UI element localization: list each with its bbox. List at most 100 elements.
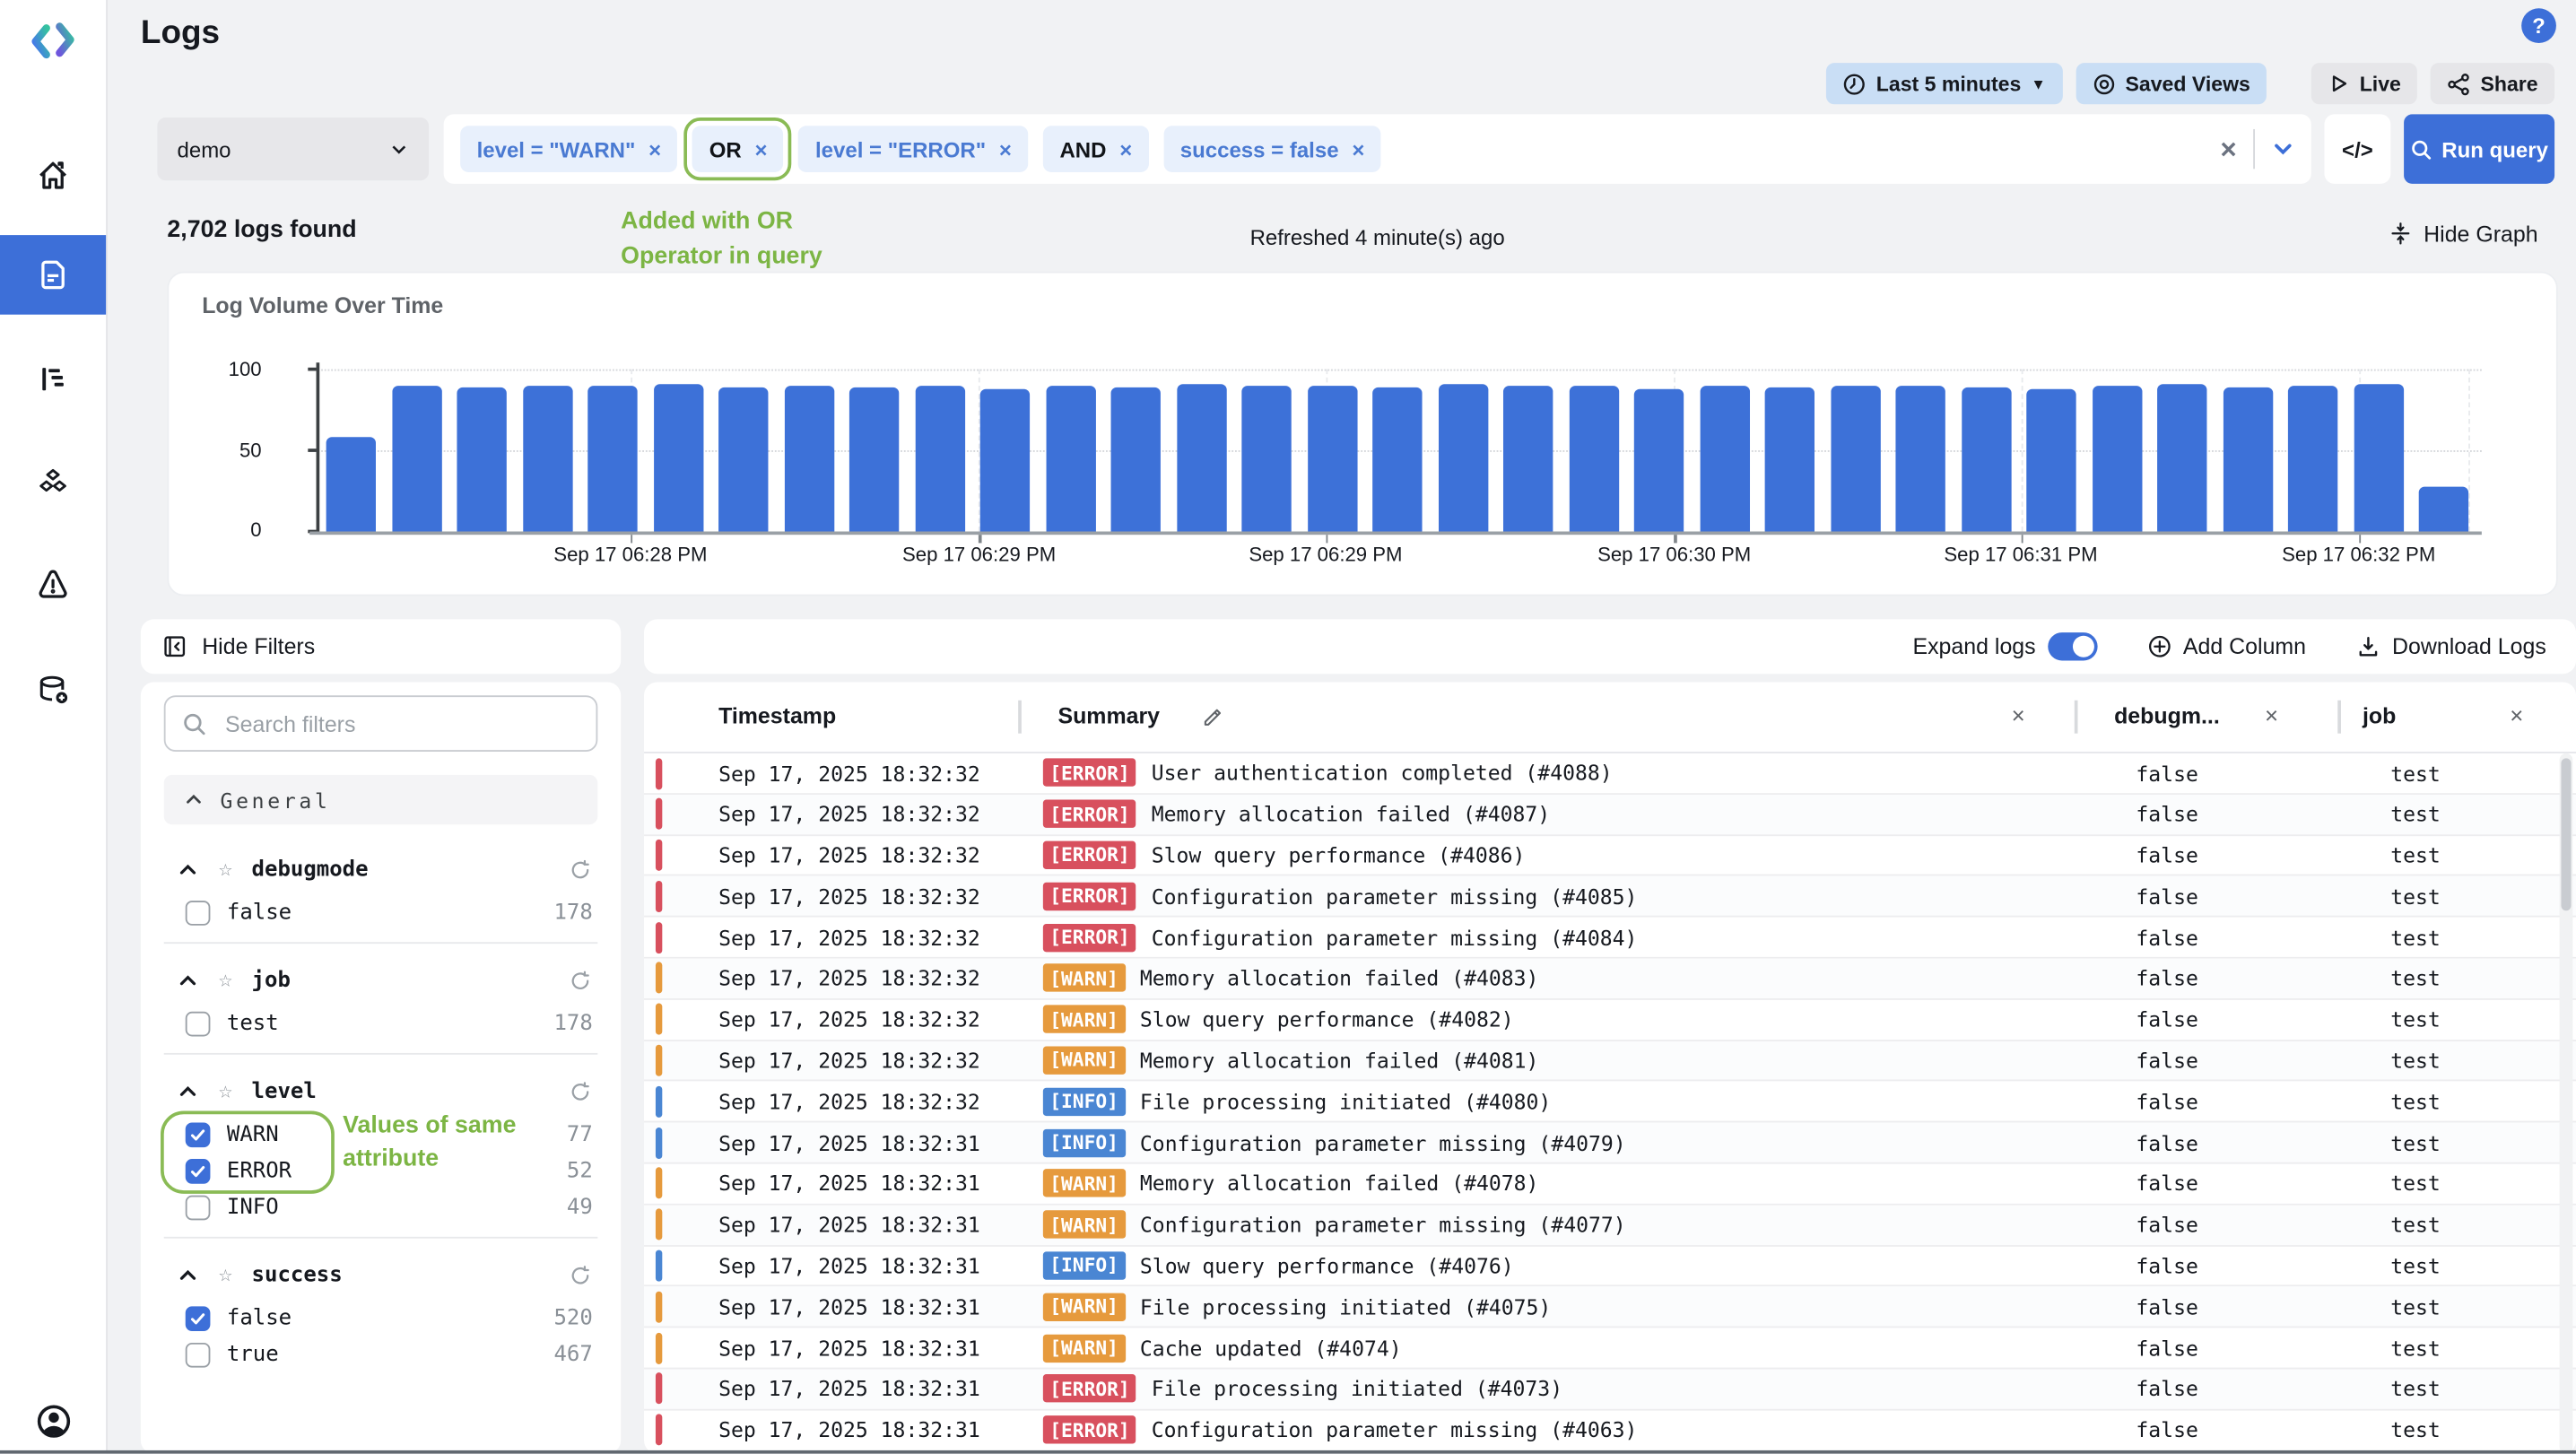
collapse-caret-icon[interactable]: [178, 1080, 199, 1101]
hide-graph-button[interactable]: Hide Graph: [2388, 220, 2538, 247]
log-timestamp: Sep 17, 2025 18:32:31: [718, 1213, 980, 1238]
checkbox-test[interactable]: [186, 1011, 211, 1036]
log-timestamp: Sep 17, 2025 18:32:31: [718, 1130, 980, 1155]
checkbox-WARN[interactable]: [186, 1122, 211, 1147]
sidebar-item-alerts[interactable]: [0, 548, 106, 621]
query-chip-0[interactable]: level = "WARN"×: [460, 126, 677, 172]
source-select[interactable]: demo: [157, 118, 429, 180]
share-button[interactable]: Share: [2431, 63, 2554, 104]
log-timestamp: Sep 17, 2025 18:32:32: [718, 843, 980, 868]
download-logs-button[interactable]: Download Logs: [2355, 634, 2546, 659]
x-tick-label-4: Sep 17 06:31 PM: [1944, 543, 2097, 566]
log-row-15[interactable]: Sep 17, 2025 18:32:31[ERROR]File process…: [644, 1369, 2576, 1410]
log-row-8[interactable]: Sep 17, 2025 18:32:32[INFO]File processi…: [644, 1082, 2576, 1123]
collapse-caret-icon[interactable]: [178, 858, 199, 880]
expand-query-chevron-icon[interactable]: [2271, 137, 2294, 161]
log-row-14[interactable]: Sep 17, 2025 18:32:31[WARN]Cache updated…: [644, 1328, 2576, 1370]
star-icon[interactable]: ☆: [219, 1261, 233, 1288]
log-row-5[interactable]: Sep 17, 2025 18:32:32[WARN]Memory alloca…: [644, 959, 2576, 1000]
remove-chip-icon[interactable]: ×: [754, 136, 767, 161]
expand-logs-toggle[interactable]: [2048, 632, 2097, 660]
log-row-12[interactable]: Sep 17, 2025 18:32:31[INFO]Slow query pe…: [644, 1246, 2576, 1287]
share-label: Share: [2480, 72, 2537, 95]
plot-right-edge: [2468, 370, 2470, 532]
divider: [164, 942, 598, 944]
query-chip-1[interactable]: OR×: [692, 126, 784, 172]
hide-filters-button[interactable]: Hide Filters: [141, 619, 621, 674]
sidebar-item-home[interactable]: [0, 139, 106, 212]
account-button[interactable]: [0, 1402, 106, 1440]
log-row-7[interactable]: Sep 17, 2025 18:32:32[WARN]Memory alloca…: [644, 1040, 2576, 1082]
remove-job-column-icon[interactable]: ×: [2510, 702, 2523, 729]
query-chip-2[interactable]: level = "ERROR"×: [799, 126, 1029, 172]
x-tick-label-3: Sep 17 06:30 PM: [1597, 543, 1751, 566]
edit-pencil-icon[interactable]: [1200, 703, 1223, 727]
sidebar-item-data-sources[interactable]: [0, 654, 106, 727]
code-view-button[interactable]: </>: [2325, 114, 2391, 184]
sidebar-item-logs[interactable]: [0, 235, 106, 315]
log-row-4[interactable]: Sep 17, 2025 18:32:32[ERROR]Configuratio…: [644, 918, 2576, 959]
remove-chip-icon[interactable]: ×: [999, 136, 1012, 161]
query-chip-3[interactable]: AND×: [1043, 126, 1149, 172]
download-icon: [2355, 634, 2380, 659]
log-row-11[interactable]: Sep 17, 2025 18:32:31[WARN]Configuration…: [644, 1205, 2576, 1246]
checkbox-false[interactable]: [186, 900, 211, 925]
collapse-caret-icon[interactable]: [178, 970, 199, 991]
app-logo-icon[interactable]: [25, 13, 82, 70]
star-icon[interactable]: ☆: [219, 967, 233, 994]
remove-debugmode-column-icon[interactable]: ×: [2265, 702, 2278, 729]
time-range-button[interactable]: Last 5 minutes ▼: [1826, 63, 2062, 104]
filter-search-box[interactable]: [164, 695, 598, 752]
log-row-1[interactable]: Sep 17, 2025 18:32:32[ERROR]Memory alloc…: [644, 795, 2576, 836]
column-header-summary[interactable]: Summary: [1057, 703, 1160, 728]
collapse-caret-icon[interactable]: [178, 1264, 199, 1285]
remove-summary-column-icon[interactable]: ×: [2012, 702, 2025, 729]
log-summary: [ERROR]Slow query performance (#4086): [1043, 835, 1526, 875]
x-tick-5: [2359, 535, 2362, 543]
x-tick-2: [1326, 535, 1328, 543]
checkbox-ERROR[interactable]: [186, 1158, 211, 1183]
filter-section-general[interactable]: General: [164, 775, 598, 824]
table-scrollbar-thumb[interactable]: [2561, 758, 2571, 910]
filter-group-name: success: [252, 1262, 343, 1287]
help-button[interactable]: ?: [2521, 8, 2556, 43]
log-row-2[interactable]: Sep 17, 2025 18:32:32 [ERROR]Slow query p…: [644, 835, 2576, 876]
remove-chip-icon[interactable]: ×: [1119, 136, 1132, 161]
log-row-9[interactable]: Sep 17, 2025 18:32:31[INFO]Configuration…: [644, 1123, 2576, 1164]
column-header-timestamp[interactable]: Timestamp: [718, 703, 836, 728]
column-header-job[interactable]: job: [2363, 703, 2396, 728]
checkbox-INFO[interactable]: [186, 1195, 211, 1220]
log-row-10[interactable]: Sep 17, 2025 18:32:31[WARN]Memory alloca…: [644, 1164, 2576, 1206]
expand-logs-toggle-group: Expand logs: [1912, 632, 2096, 660]
column-header-debugmode[interactable]: debugm...: [2114, 703, 2220, 728]
log-row-6[interactable]: Sep 17, 2025 18:32:32[WARN]Slow query pe…: [644, 999, 2576, 1040]
log-row-0[interactable]: Sep 17, 2025 18:32:32[ERROR]User authent…: [644, 753, 2576, 795]
star-icon[interactable]: ☆: [219, 1078, 233, 1105]
log-message: Configuration parameter missing (#4084): [1152, 925, 1638, 950]
query-chip-4[interactable]: success = false×: [1163, 126, 1380, 172]
run-query-button[interactable]: Run query: [2404, 114, 2554, 184]
checkbox-false[interactable]: [186, 1305, 211, 1330]
refresh-icon[interactable]: [570, 1264, 591, 1285]
log-message: File processing initiated (#4080): [1140, 1089, 1551, 1114]
filter-search-input[interactable]: [222, 710, 560, 737]
live-button[interactable]: Live: [2311, 63, 2417, 104]
header-buttons: Last 5 minutes ▼ Saved Views Live: [1826, 63, 2554, 104]
remove-chip-icon[interactable]: ×: [648, 136, 661, 161]
refresh-icon[interactable]: [570, 858, 591, 880]
log-row-13[interactable]: Sep 17, 2025 18:32:31[WARN]File processi…: [644, 1287, 2576, 1328]
log-row-3[interactable]: Sep 17, 2025 18:32:32[ERROR]Configuratio…: [644, 876, 2576, 918]
checkbox-true[interactable]: [186, 1342, 211, 1367]
query-builder-bar[interactable]: level = "WARN"× OR× level = "ERROR"× AND× su…: [444, 114, 2311, 184]
clear-query-icon[interactable]: ×: [2220, 135, 2236, 162]
add-column-button[interactable]: Add Column: [2146, 634, 2306, 659]
log-row-16[interactable]: Sep 17, 2025 18:32:31[ERROR]Configuratio…: [644, 1410, 2576, 1451]
saved-views-button[interactable]: Saved Views: [2076, 63, 2267, 104]
remove-chip-icon[interactable]: ×: [1352, 136, 1364, 161]
sidebar-item-services[interactable]: [0, 447, 106, 519]
bar-25: [1961, 387, 2010, 532]
refresh-icon[interactable]: [570, 1080, 591, 1101]
refresh-icon[interactable]: [570, 970, 591, 991]
sidebar-item-traces[interactable]: [0, 343, 106, 415]
star-icon[interactable]: ☆: [219, 856, 233, 883]
